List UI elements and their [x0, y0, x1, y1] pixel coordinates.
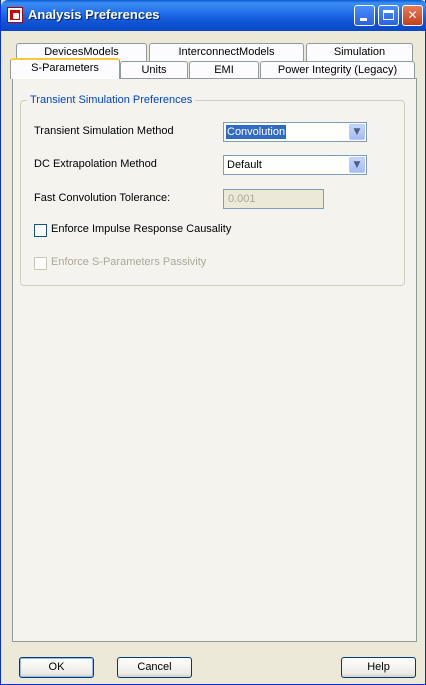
tolerance-label: Fast Convolution Tolerance:	[34, 192, 171, 204]
minimize-button[interactable]	[354, 5, 375, 26]
causality-label[interactable]: Enforce Impulse Response Causality	[51, 223, 231, 235]
tab-units[interactable]: Units	[120, 61, 188, 79]
transient-method-value: Convolution	[226, 125, 287, 139]
chevron-down-icon[interactable]: ▼	[349, 124, 365, 140]
tolerance-value: 0.001	[228, 193, 256, 205]
close-button[interactable]: ✕	[402, 5, 423, 26]
dc-extrapolation-label: DC Extrapolation Method	[34, 158, 157, 170]
causality-checkbox[interactable]	[34, 224, 47, 237]
passivity-checkbox	[34, 257, 47, 270]
passivity-label: Enforce S-Parameters Passivity	[51, 256, 207, 268]
dc-extrapolation-value: Default	[227, 159, 262, 171]
ok-button[interactable]: OK	[19, 657, 94, 678]
app-icon[interactable]	[7, 7, 23, 23]
transient-method-select[interactable]: Convolution ▼	[223, 122, 367, 142]
tab-emi[interactable]: EMI	[189, 61, 259, 79]
tab-s-parameters[interactable]: S-Parameters	[10, 58, 120, 79]
transient-method-label: Transient Simulation Method	[34, 125, 174, 137]
title-bar[interactable]: Analysis Preferences ✕	[1, 0, 426, 31]
tolerance-input: 0.001	[223, 189, 324, 209]
dc-extrapolation-select[interactable]: Default ▼	[223, 155, 367, 175]
tab-interconnect-models[interactable]: InterconnectModels	[149, 43, 304, 61]
tab-simulation[interactable]: Simulation	[306, 43, 413, 61]
tab-power-integrity-legacy[interactable]: Power Integrity (Legacy)	[260, 61, 415, 79]
minimize-icon	[360, 18, 367, 21]
help-button[interactable]: Help	[341, 657, 416, 678]
group-title: Transient Simulation Preferences	[27, 94, 196, 106]
chevron-down-icon[interactable]: ▼	[349, 157, 365, 173]
window-title: Analysis Preferences	[28, 7, 160, 22]
cancel-button[interactable]: Cancel	[117, 657, 192, 678]
maximize-button[interactable]	[378, 5, 399, 26]
dialog-window: Analysis Preferences ✕ DevicesModels Int…	[0, 0, 426, 685]
maximize-icon	[383, 10, 394, 20]
close-icon: ✕	[407, 8, 418, 22]
